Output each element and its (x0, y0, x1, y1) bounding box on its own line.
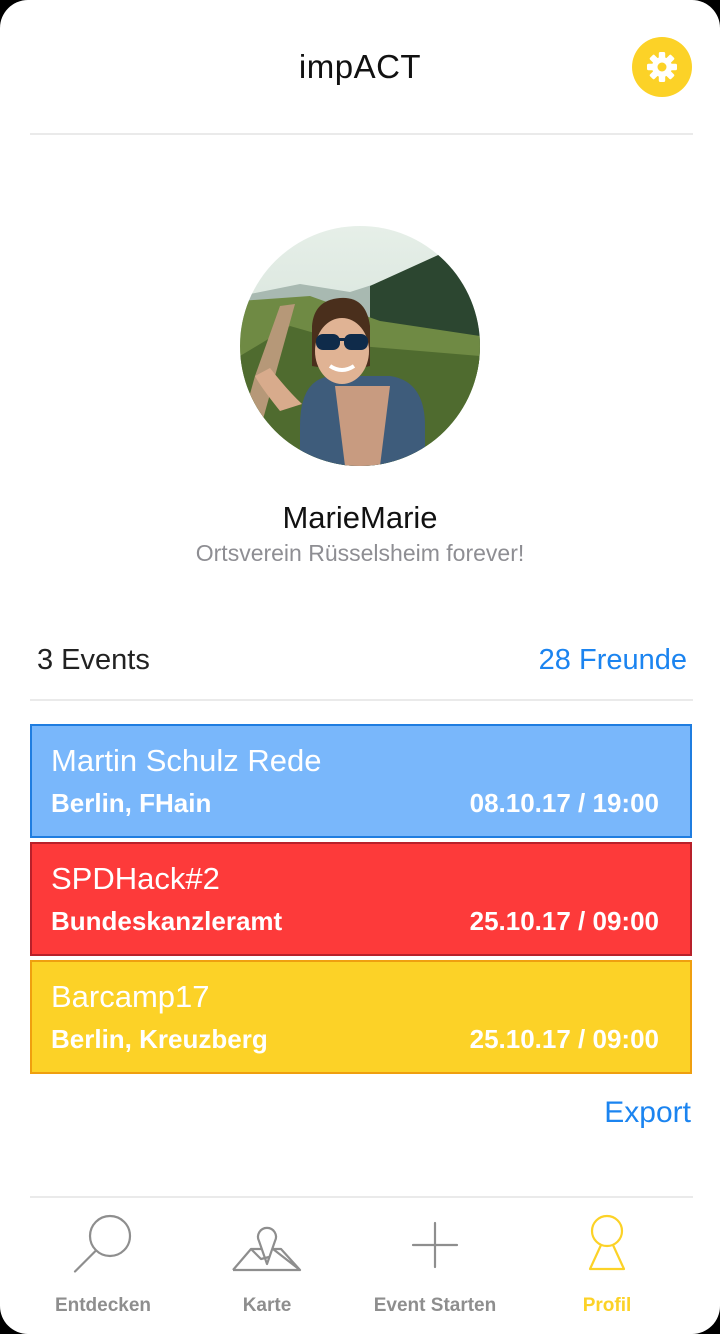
event-location: Berlin, Kreuzberg (51, 1024, 268, 1054)
event-card[interactable]: Barcamp17 Berlin, Kreuzberg 25.10.17 / 0… (30, 960, 692, 1074)
event-location: Bundeskanzleramt (51, 906, 283, 936)
event-location: Berlin, FHain (51, 788, 212, 818)
export-button[interactable]: Export (604, 1096, 691, 1130)
profile-icon (588, 1214, 626, 1271)
tab-karte[interactable]: Karte (182, 1207, 352, 1322)
event-title: Martin Schulz Rede (51, 743, 322, 778)
tab-profil[interactable]: Profil (522, 1207, 692, 1322)
friends-link[interactable]: 28 Freunde (539, 644, 687, 677)
tab-label: Profil (582, 1295, 632, 1316)
plus-icon (411, 1221, 459, 1269)
event-card[interactable]: SPDHack#2 Bundeskanzleramt 25.10.17 / 09… (30, 842, 692, 956)
event-datetime: 25.10.17 / 09:00 (469, 1024, 659, 1054)
stats-divider (30, 699, 693, 701)
tab-label: Entdecken (54, 1295, 152, 1316)
search-icon (73, 1214, 132, 1273)
avatar-photo (240, 226, 480, 466)
gear-icon (647, 52, 677, 82)
profile-bio: Ortsverein Rüsselsheim forever! (195, 540, 525, 566)
event-title: Barcamp17 (51, 979, 210, 1014)
settings-button[interactable] (632, 37, 692, 97)
tab-label: Event Starten (373, 1295, 497, 1316)
tab-bar: Entdecken Karte Event Starten Profil (0, 1197, 720, 1334)
header: impACT (0, 0, 720, 134)
events-count: 3 Events (37, 644, 150, 676)
app-screen: impACT MarieMarie Ortsverein Rüsselsheim… (0, 0, 720, 1334)
tab-entdecken[interactable]: Entdecken (18, 1207, 188, 1322)
event-title: SPDHack#2 (51, 861, 220, 896)
tab-label: Karte (242, 1295, 292, 1316)
event-datetime: 25.10.17 / 09:00 (469, 906, 659, 936)
header-divider (30, 133, 693, 135)
tab-event-starten[interactable]: Event Starten (350, 1207, 520, 1322)
event-card[interactable]: Martin Schulz Rede Berlin, FHain 08.10.1… (30, 724, 692, 838)
map-icon (232, 1226, 302, 1272)
profile-name: MarieMarie (282, 500, 438, 535)
event-datetime: 08.10.17 / 19:00 (469, 788, 659, 818)
app-title: impACT (298, 48, 422, 85)
avatar[interactable] (240, 226, 480, 466)
